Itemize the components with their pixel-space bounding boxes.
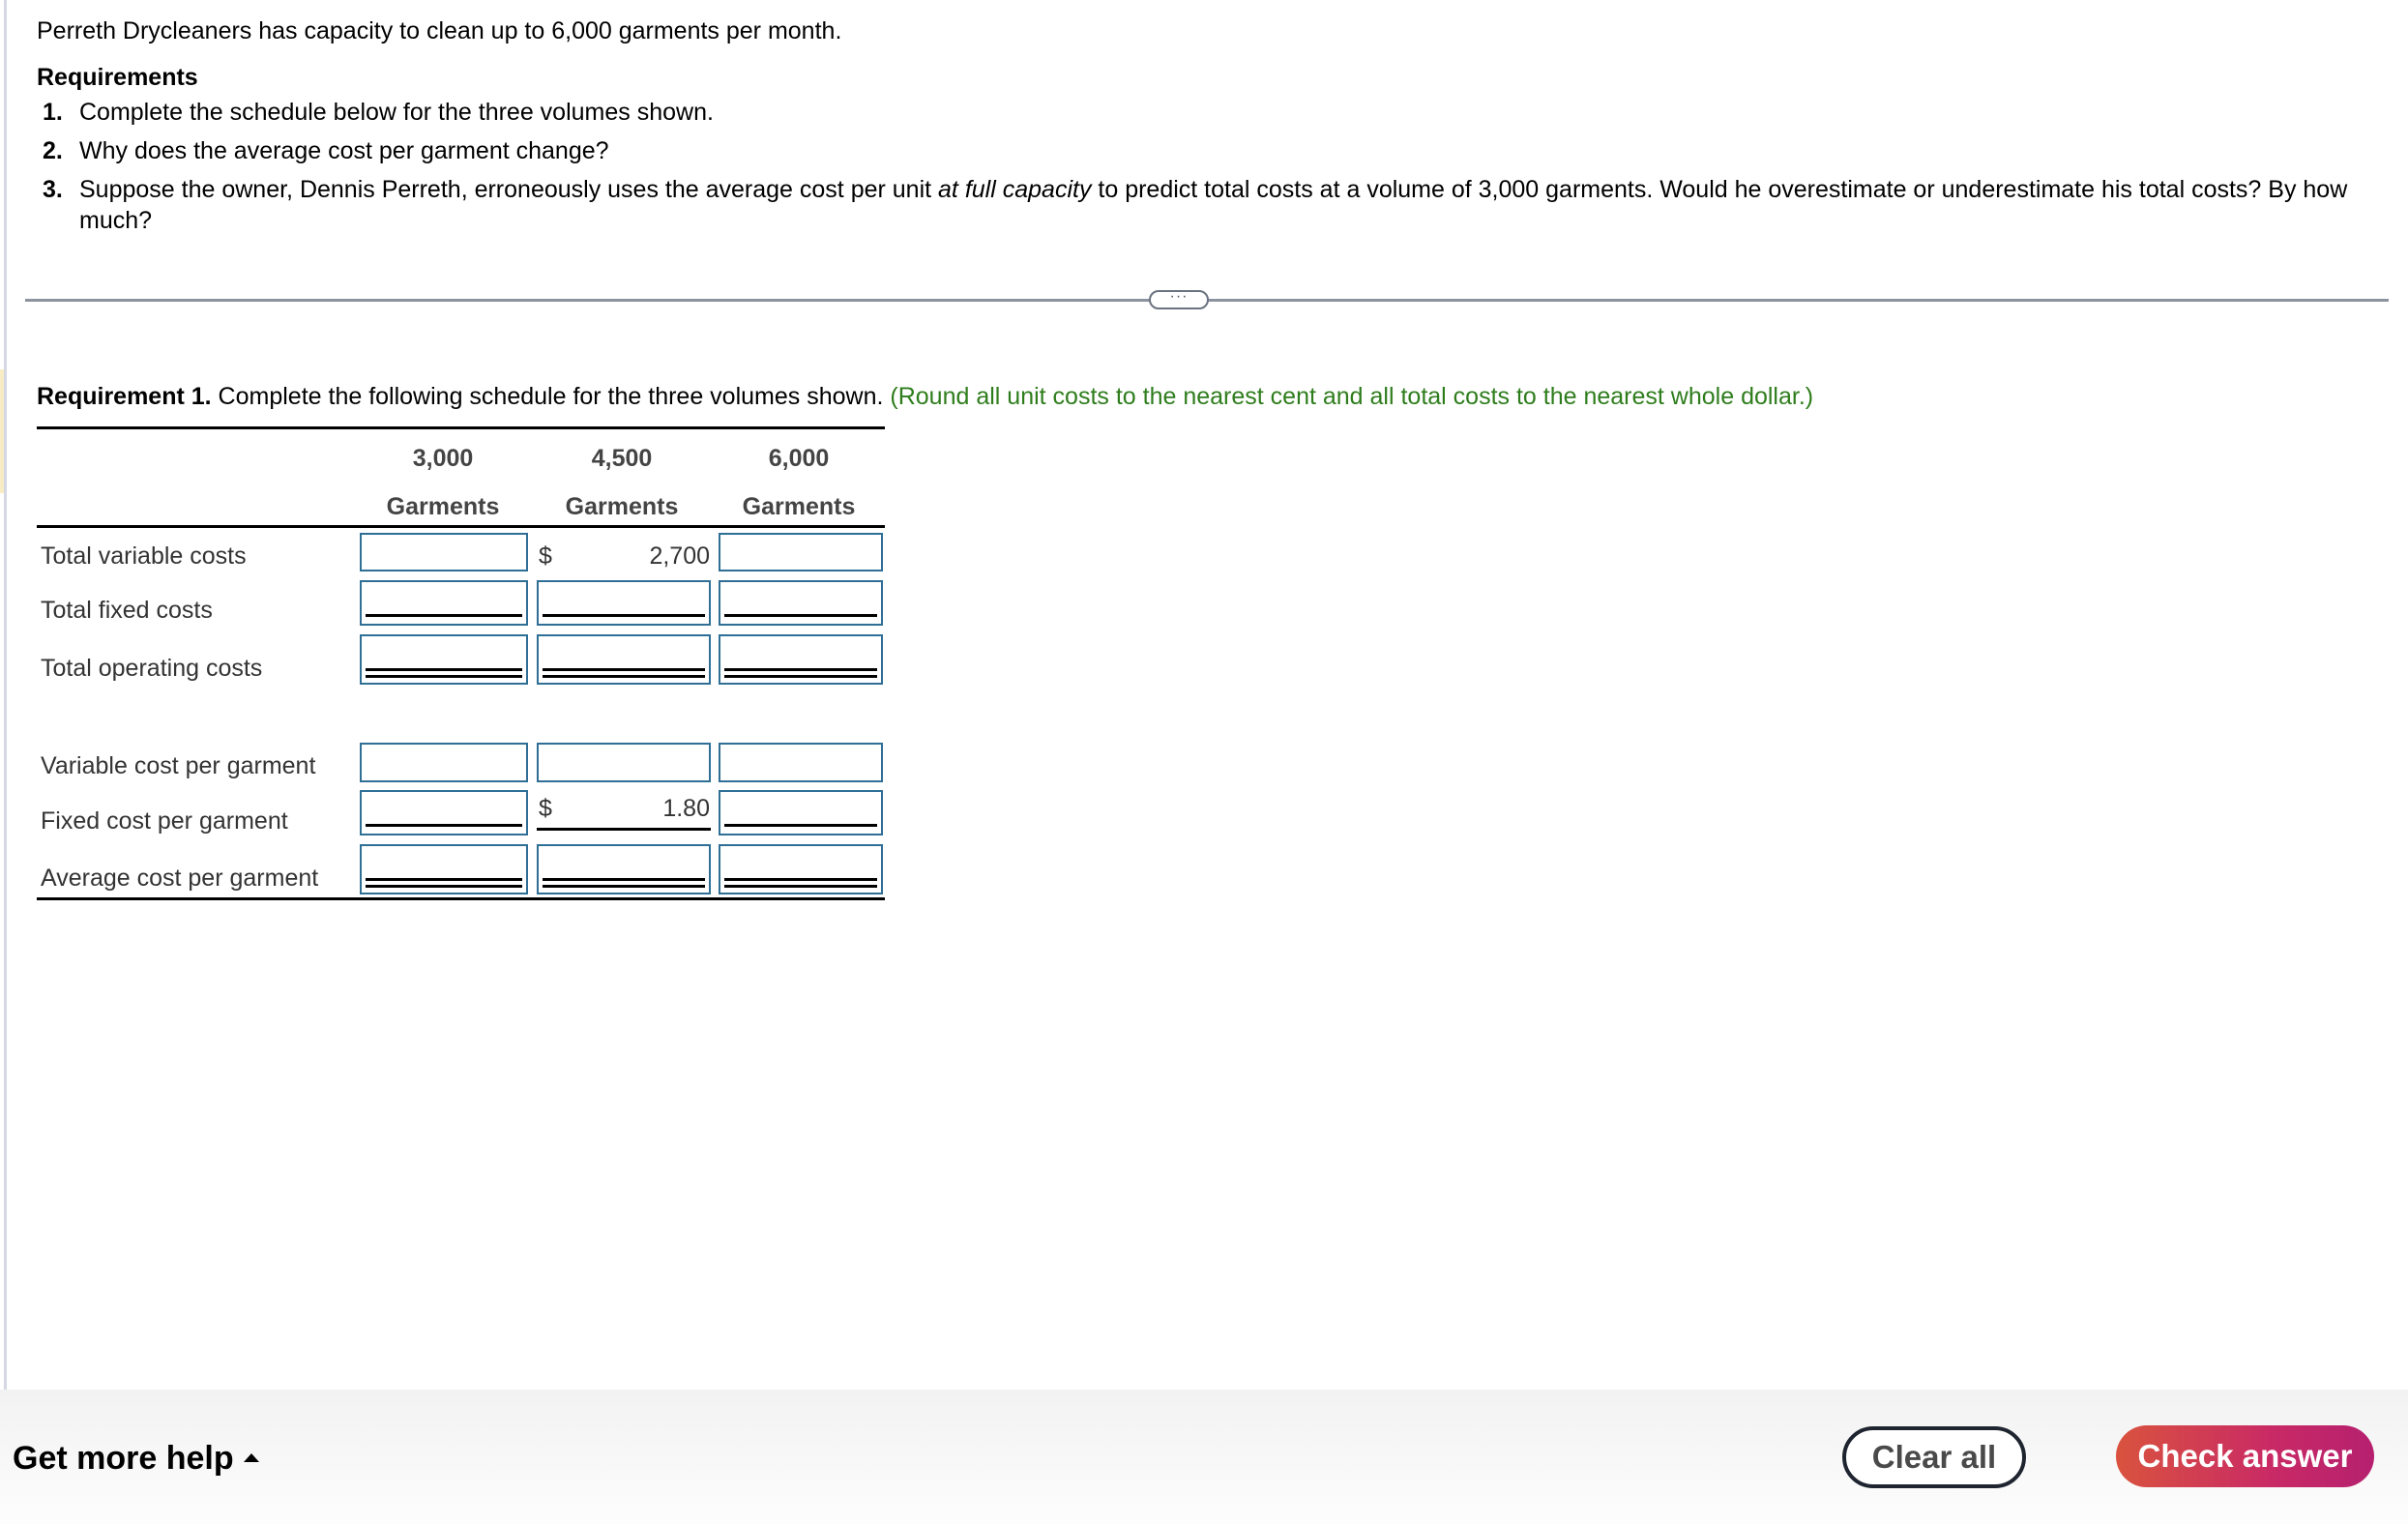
single-underline: [543, 614, 705, 617]
row-label-average-cost-per-garment: Average cost per garment: [41, 865, 319, 892]
column-volume: 3,000: [412, 445, 474, 472]
double-underline: [366, 675, 522, 678]
given-total-variable-costs-4500: 2,700: [649, 542, 710, 570]
double-underline: [366, 885, 522, 888]
requirement-text: Suppose the owner, Dennis Perreth, erron…: [79, 176, 939, 203]
column-unit: Garments: [742, 493, 856, 520]
double-underline: [724, 885, 877, 888]
focus-marker: [0, 369, 4, 493]
footer-bar: [0, 1390, 2408, 1524]
column-unit: Garments: [565, 493, 679, 520]
input-total-variable-costs-3000[interactable]: [360, 533, 528, 572]
double-underline: [543, 668, 705, 671]
input-total-fixed-costs-6000[interactable]: [719, 580, 883, 626]
double-underline: [543, 878, 705, 881]
input-average-cost-per-garment-3000[interactable]: [360, 844, 528, 894]
input-field[interactable]: [720, 582, 881, 624]
single-underline: [537, 828, 711, 831]
input-total-operating-costs-3000[interactable]: [360, 634, 528, 685]
row-label-variable-cost-per-garment: Variable cost per garment: [41, 752, 316, 779]
currency-symbol: $: [539, 795, 552, 822]
row-label-fixed-cost-per-garment: Fixed cost per garment: [41, 807, 288, 835]
requirements-title: Requirements: [37, 64, 198, 91]
requirement-1-text: Complete the following schedule for the …: [211, 383, 891, 410]
input-field[interactable]: [362, 582, 526, 624]
requirement-item: 3. Suppose the owner, Dennis Perreth, er…: [37, 174, 2381, 236]
requirement-1-instruction: Requirement 1. Complete the following sc…: [37, 381, 1813, 412]
row-label-total-operating-costs: Total operating costs: [41, 655, 263, 682]
requirement-number: 3.: [43, 176, 63, 203]
input-field[interactable]: [539, 582, 709, 624]
caret-up-icon: [243, 1452, 259, 1462]
input-total-fixed-costs-3000[interactable]: [360, 580, 528, 626]
clear-all-button[interactable]: Clear all: [1842, 1426, 2026, 1488]
input-total-operating-costs-4500[interactable]: [537, 634, 711, 685]
help-label: Get more help: [13, 1440, 234, 1477]
requirement-text: Complete the schedule below for the thre…: [79, 99, 714, 126]
currency-symbol: $: [539, 542, 552, 570]
double-underline: [366, 668, 522, 671]
input-field[interactable]: [362, 792, 526, 834]
ellipsis-icon: ···: [1169, 288, 1189, 305]
requirement-number: 2.: [43, 137, 63, 164]
requirement-number: 1.: [43, 99, 63, 126]
input-variable-cost-per-garment-4500[interactable]: [537, 743, 711, 782]
double-underline: [543, 675, 705, 678]
column-volume: 4,500: [591, 445, 653, 472]
input-field[interactable]: [362, 745, 526, 780]
single-underline: [366, 824, 522, 827]
requirement-1-label: Requirement 1.: [37, 383, 212, 410]
input-field[interactable]: [720, 792, 881, 834]
expand-button[interactable]: ···: [1149, 288, 1209, 309]
problem-intro: Perreth Drycleaners has capacity to clea…: [37, 17, 842, 44]
double-underline: [724, 668, 877, 671]
get-more-help-button[interactable]: Get more help: [13, 1439, 259, 1478]
requirement-text: Why does the average cost per garment ch…: [79, 137, 609, 164]
rounding-hint: (Round all unit costs to the nearest cen…: [890, 383, 1814, 410]
check-answer-button[interactable]: Check answer: [2116, 1425, 2374, 1487]
input-average-cost-per-garment-6000[interactable]: [719, 844, 883, 894]
table-top-rule: [37, 426, 885, 429]
input-field[interactable]: [362, 535, 526, 570]
single-underline: [724, 614, 877, 617]
input-total-variable-costs-6000[interactable]: [719, 533, 883, 572]
double-underline: [724, 675, 877, 678]
input-field[interactable]: [720, 535, 881, 570]
input-fixed-cost-per-garment-6000[interactable]: [719, 790, 883, 835]
input-variable-cost-per-garment-3000[interactable]: [360, 743, 528, 782]
double-underline: [543, 885, 705, 888]
requirement-text-italic: at full capacity: [938, 176, 1092, 203]
input-field[interactable]: [720, 745, 881, 780]
input-total-operating-costs-6000[interactable]: [719, 634, 883, 685]
table-bottom-rule: [37, 897, 885, 900]
single-underline: [366, 614, 522, 617]
input-fixed-cost-per-garment-3000[interactable]: [360, 790, 528, 835]
input-total-fixed-costs-4500[interactable]: [537, 580, 711, 626]
input-variable-cost-per-garment-6000[interactable]: [719, 743, 883, 782]
column-volume: 6,000: [768, 445, 830, 472]
given-fixed-cost-per-garment-4500: 1.80: [662, 795, 710, 822]
requirements-list: 1. Complete the schedule below for the t…: [37, 97, 2358, 244]
row-label-total-fixed-costs: Total fixed costs: [41, 597, 213, 624]
column-unit: Garments: [386, 493, 500, 520]
requirement-item: 2. Why does the average cost per garment…: [37, 135, 2358, 166]
input-average-cost-per-garment-4500[interactable]: [537, 844, 711, 894]
requirement-item: 1. Complete the schedule below for the t…: [37, 97, 2358, 128]
double-underline: [366, 878, 522, 881]
row-label-total-variable-costs: Total variable costs: [41, 542, 247, 570]
left-border: [4, 0, 7, 1390]
double-underline: [724, 878, 877, 881]
header-bottom-rule: [37, 525, 885, 528]
input-field[interactable]: [539, 745, 709, 780]
single-underline: [724, 824, 877, 827]
